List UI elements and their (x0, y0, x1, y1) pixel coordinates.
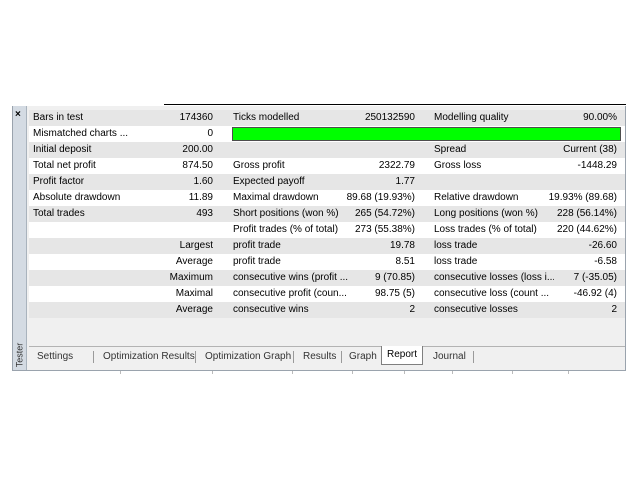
table-row: Profit factor 1.60 Expected payoff 1.77 (29, 174, 625, 190)
row-value: 874.50 (182, 160, 213, 171)
table-row: Maximum consecutive wins (profit ... 9 (… (29, 270, 625, 286)
row-value: -26.60 (588, 240, 617, 251)
row-value (329, 142, 415, 158)
row-value: 11.89 (188, 192, 213, 203)
row-value: 89.68 (19.93%) (346, 192, 415, 203)
tester-sidebar: × Tester (13, 106, 27, 370)
row-value: 19.78 (389, 240, 415, 251)
table-row: Maximal consecutive profit (coun... 98.7… (29, 286, 625, 302)
tab-separator (195, 351, 196, 363)
row-value (149, 222, 213, 238)
row-value: 0 (207, 128, 213, 139)
row-value: 2322.79 (378, 160, 415, 171)
table-row: Bars in test 174360 Ticks modelled 25013… (29, 110, 625, 126)
row-value: -1448.29 (577, 160, 617, 171)
tick-mark (292, 371, 293, 374)
tab-optimization-results[interactable]: Optimization Results (103, 350, 195, 364)
tick-mark (404, 371, 405, 374)
tick-mark (452, 371, 453, 374)
row-value: 265 (54.72%) (354, 208, 415, 219)
tab-separator (93, 351, 94, 363)
row-value: 8.51 (395, 256, 415, 267)
tab-settings[interactable]: Settings (37, 350, 73, 364)
table-row: Absolute drawdown 11.89 Maximal drawdown… (29, 190, 625, 206)
tester-vertical-label: Tester (13, 342, 27, 368)
row-value: 220 (44.62%) (556, 224, 617, 235)
row-value: -46.92 (4) (573, 288, 617, 299)
row-value: Maximal (175, 288, 213, 299)
row-value: Maximum (169, 272, 213, 283)
tick-mark (120, 371, 121, 374)
table-row: Initial deposit 200.00 Spread Current (3… (29, 142, 625, 158)
row-value: 174360 (179, 112, 213, 123)
report-table: Bars in test 174360 Ticks modelled 25013… (29, 110, 625, 324)
tick-mark (568, 371, 569, 374)
table-row: Total net profit 874.50 Gross profit 232… (29, 158, 625, 174)
row-value: Average (175, 304, 213, 315)
tab-graph[interactable]: Graph (349, 350, 377, 364)
table-row: Average consecutive wins 2 consecutive l… (29, 302, 625, 318)
tester-label-text: Tester (14, 342, 25, 368)
table-row: Profit trades (% of total) 273 (55.38%) … (29, 222, 625, 238)
row-value: 9 (70.85) (374, 272, 415, 283)
row-value: Current (38) (563, 144, 617, 155)
tab-optimization-graph[interactable]: Optimization Graph (205, 350, 291, 364)
row-value: 1.77 (395, 176, 415, 187)
row-value: 2 (611, 304, 617, 315)
modelling-quality-bar (232, 127, 621, 141)
row-value: 250132590 (364, 112, 415, 123)
tab-separator (293, 351, 294, 363)
row-value: -6.58 (594, 256, 617, 267)
column-ticks (12, 371, 626, 375)
tick-mark (212, 371, 213, 374)
tick-mark (352, 371, 353, 374)
row-value: 1.60 (193, 176, 213, 187)
table-row: Total trades 493 Short positions (won %)… (29, 206, 625, 222)
table-row: Largest profit trade 19.78 loss trade -2… (29, 238, 625, 254)
tab-separator (341, 351, 342, 363)
tick-mark (512, 371, 513, 374)
row-value: 228 (56.14%) (556, 208, 617, 219)
tab-report[interactable]: Report (381, 346, 424, 365)
row-value: 7 (-35.05) (573, 272, 617, 283)
table-row: Mismatched charts ... 0 (29, 126, 625, 142)
row-value: 2 (409, 304, 415, 315)
tester-window: × Tester Bars in test 174360 Ticks model… (12, 106, 626, 370)
top-border-line (164, 104, 626, 105)
tab-results[interactable]: Results (303, 350, 336, 364)
tab-journal[interactable]: Journal (433, 350, 466, 364)
row-value (529, 174, 617, 190)
row-value: 98.75 (5) (374, 288, 415, 299)
row-value: Largest (179, 240, 213, 251)
tester-tab-bar: Settings Optimization Results Optimizati… (29, 346, 625, 367)
row-value: Average (175, 256, 213, 267)
row-value: 200.00 (182, 144, 213, 155)
tab-separator (473, 351, 474, 363)
table-row: Average profit trade 8.51 loss trade -6.… (29, 254, 625, 270)
close-icon[interactable]: × (15, 110, 21, 120)
row-value: 90.00% (583, 112, 617, 123)
row-value: 273 (55.38%) (354, 224, 415, 235)
row-value: 493 (196, 208, 213, 219)
row-value: 19.93% (89.68) (548, 192, 617, 203)
